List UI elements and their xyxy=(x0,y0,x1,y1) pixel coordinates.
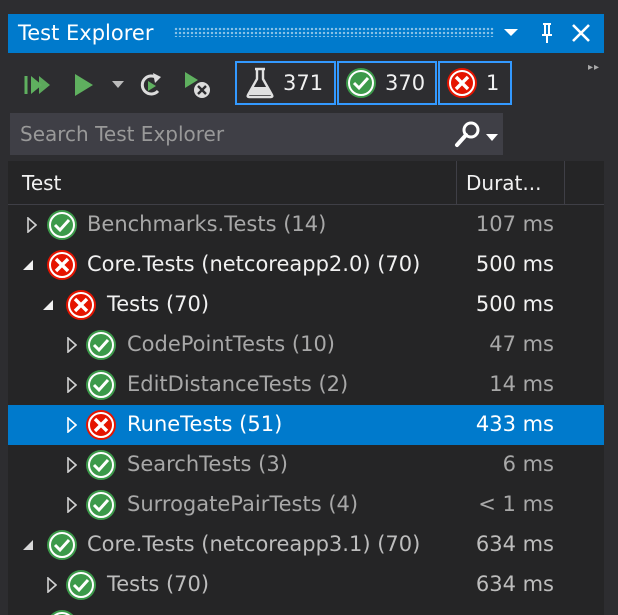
failed-icon xyxy=(66,290,96,320)
expand-arrow-icon[interactable] xyxy=(64,493,80,517)
passed-icon xyxy=(50,610,74,615)
test-name: SurrogatePairTests (4) xyxy=(127,492,359,516)
run-all-icon[interactable] xyxy=(20,68,54,102)
collapse-arrow-icon[interactable] xyxy=(20,533,36,557)
search-box xyxy=(10,113,503,155)
test-name: Core.Tests (netcoreapp3.1) (70) xyxy=(87,532,421,556)
window-menu-dropdown-icon[interactable] xyxy=(496,18,526,48)
tree-row[interactable]: CodePointTests (10) 47 ms xyxy=(8,325,604,365)
test-tree: Benchmarks.Tests (14) 107 ms Core.Tests … xyxy=(8,205,604,615)
test-duration: 14 ms xyxy=(489,372,554,396)
expand-arrow-icon[interactable] xyxy=(44,573,60,597)
tree-row[interactable]: Core.Tests (netcoreapp2.0) (70) 500 ms xyxy=(8,245,604,285)
passed-icon xyxy=(47,210,77,240)
flask-icon xyxy=(246,67,274,99)
passed-count: 370 xyxy=(385,71,426,95)
collapse-arrow-icon[interactable] xyxy=(20,253,36,277)
test-duration: 6 ms xyxy=(502,452,554,476)
expand-arrow-icon[interactable] xyxy=(24,213,40,237)
failed-tests-filter[interactable]: 1 xyxy=(438,61,512,105)
collapse-arrow-icon[interactable] xyxy=(40,293,56,317)
column-divider[interactable] xyxy=(456,161,457,204)
expand-arrow-icon[interactable] xyxy=(64,413,80,437)
passed-icon xyxy=(86,490,116,520)
passed-tests-filter[interactable]: 370 xyxy=(337,61,437,105)
test-column-header[interactable]: Test xyxy=(22,161,61,204)
search-options-dropdown-icon[interactable] xyxy=(486,127,500,141)
search-icon[interactable] xyxy=(453,119,483,149)
toolbar-overflow-icon[interactable]: ▸▸ xyxy=(588,62,600,73)
test-duration: 47 ms xyxy=(489,332,554,356)
search-input[interactable] xyxy=(10,113,450,155)
test-duration: 634 ms xyxy=(475,532,554,556)
tree-row[interactable]: Core.Tests (netcoreapp3.1) (70) 634 ms xyxy=(8,525,604,565)
test-duration: 107 ms xyxy=(475,212,554,236)
test-name: Tests (70) xyxy=(107,572,210,596)
total-tests-filter[interactable]: 371 xyxy=(235,61,336,105)
passed-icon xyxy=(47,530,77,560)
run-icon[interactable] xyxy=(66,68,100,102)
expand-arrow-icon[interactable] xyxy=(64,373,80,397)
close-icon[interactable] xyxy=(566,18,596,48)
total-count: 371 xyxy=(283,71,324,95)
failed-icon xyxy=(47,250,77,280)
test-name: CodePointTests (10) xyxy=(127,332,335,356)
tree-row[interactable]: SearchTests (3) 6 ms xyxy=(8,445,604,485)
column-divider[interactable] xyxy=(564,161,565,204)
test-duration: 634 ms xyxy=(475,572,554,596)
expand-arrow-icon[interactable] xyxy=(64,333,80,357)
failed-count: 1 xyxy=(486,71,500,95)
title-bar[interactable]: Test Explorer xyxy=(8,14,604,53)
passed-icon xyxy=(346,68,376,98)
passed-icon xyxy=(66,570,96,600)
expand-arrow-icon[interactable] xyxy=(64,453,80,477)
tree-row[interactable]: EditDistanceTests (2) 14 ms xyxy=(8,365,604,405)
drag-grip[interactable] xyxy=(174,27,494,37)
test-name: Tests (70) xyxy=(107,292,210,316)
test-name: Core.Tests (netcoreapp2.0) (70) xyxy=(87,252,421,276)
test-name: SearchTests (3) xyxy=(127,452,288,476)
pin-icon[interactable] xyxy=(532,18,562,48)
duration-column-header[interactable]: Durat... xyxy=(466,161,541,204)
failed-icon xyxy=(86,410,116,440)
tree-row[interactable]: Tests (70) 500 ms xyxy=(8,285,604,325)
run-dropdown-icon[interactable] xyxy=(108,68,128,102)
test-explorer-window: Test Explorer 371 370 1 ▸▸ Search Test E… xyxy=(0,0,618,615)
test-duration: < 1 ms xyxy=(478,492,554,516)
tree-row[interactable]: SurrogatePairTests (4) < 1 ms xyxy=(8,485,604,525)
passed-icon xyxy=(86,370,116,400)
toolbar: 371 370 1 xyxy=(8,58,604,110)
passed-icon xyxy=(86,450,116,480)
test-name: RuneTests (51) xyxy=(127,412,283,436)
test-duration: 433 ms xyxy=(475,412,554,436)
failed-icon xyxy=(447,68,477,98)
test-name: EditDistanceTests (2) xyxy=(127,372,349,396)
tree-row[interactable]: Tests (70) 634 ms xyxy=(8,565,604,605)
passed-icon xyxy=(86,330,116,360)
test-duration: 500 ms xyxy=(475,292,554,316)
repeat-last-run-icon[interactable] xyxy=(134,68,168,102)
test-duration: 500 ms xyxy=(475,252,554,276)
column-header: Test Durat... xyxy=(8,161,604,205)
tree-row-selected[interactable]: RuneTests (51) 433 ms xyxy=(8,405,604,445)
test-name: Benchmarks.Tests (14) xyxy=(87,212,327,236)
cancel-run-icon[interactable] xyxy=(180,68,214,102)
window-title: Test Explorer xyxy=(18,21,154,45)
tree-row[interactable]: Benchmarks.Tests (14) 107 ms xyxy=(8,205,604,245)
tree-row-partial[interactable] xyxy=(8,605,604,615)
